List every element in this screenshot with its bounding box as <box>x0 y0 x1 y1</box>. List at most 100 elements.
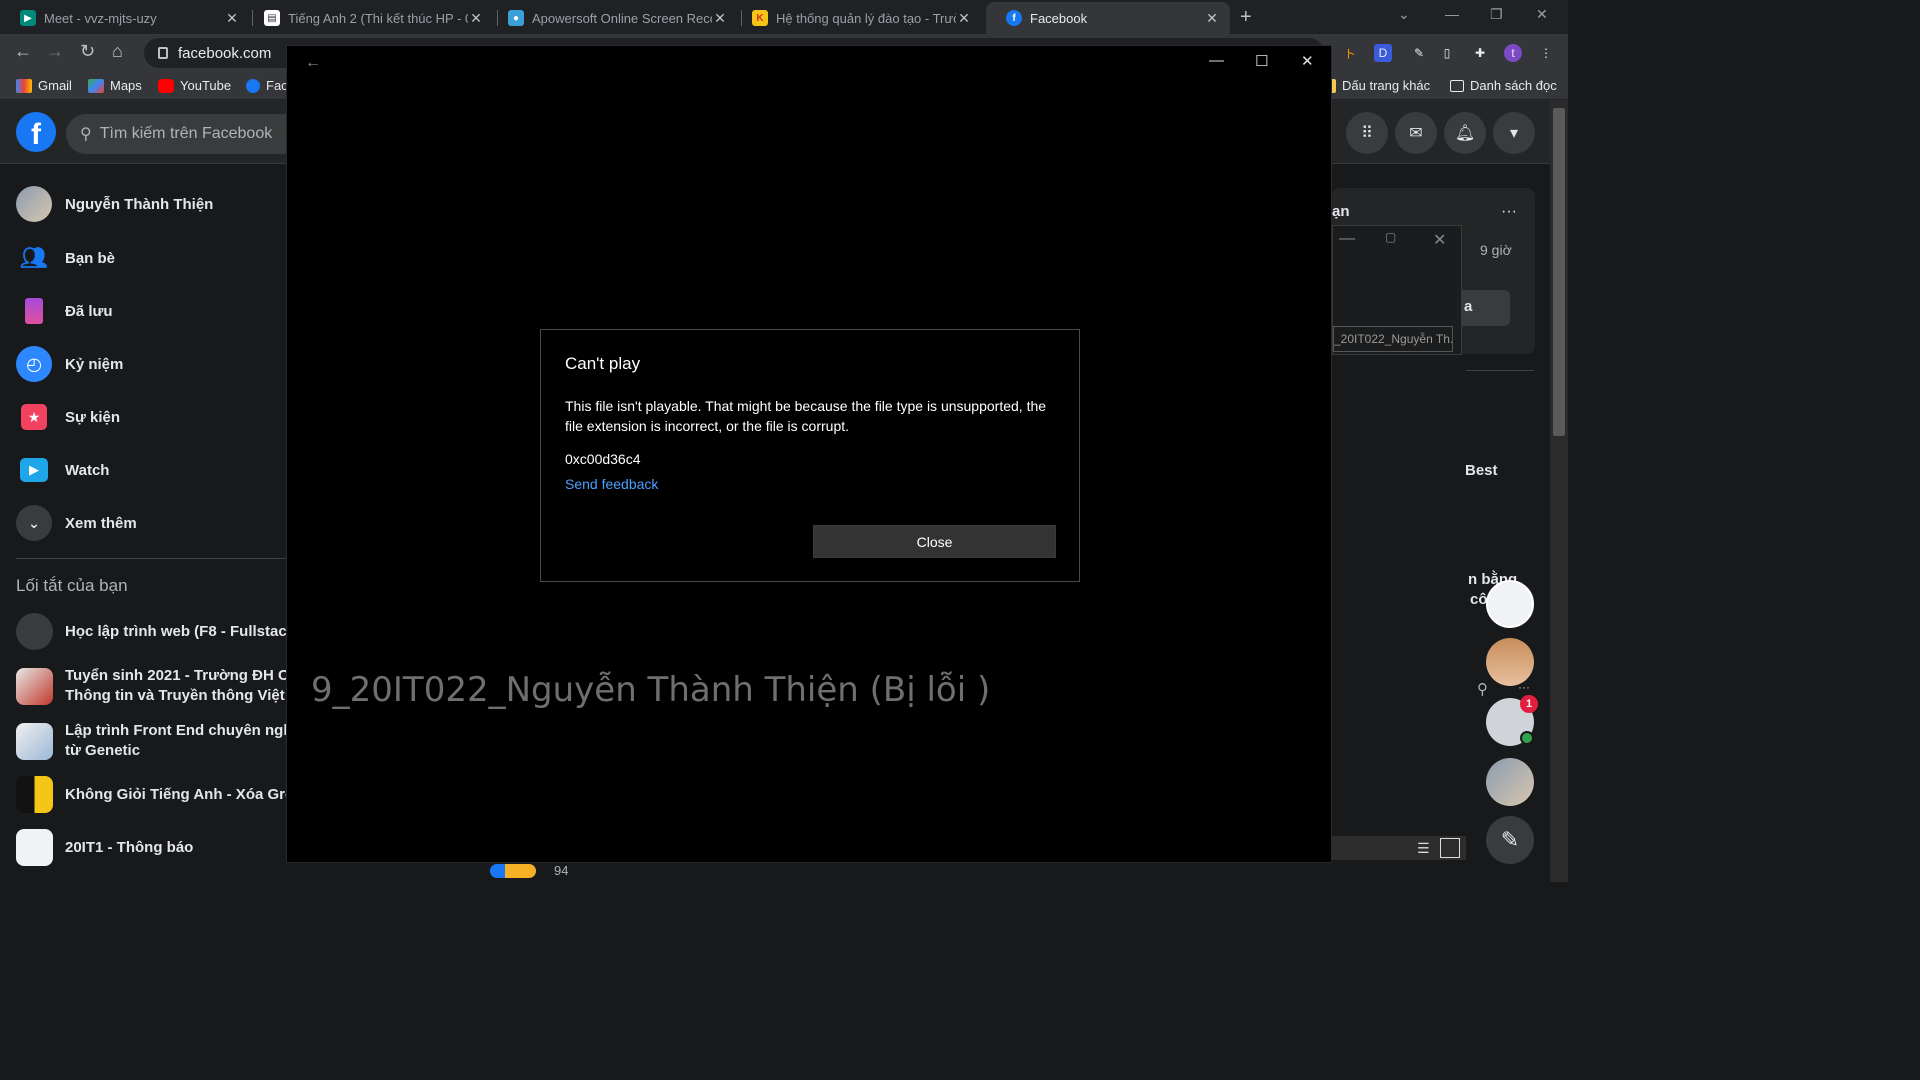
recorder-icon: ● <box>508 10 524 26</box>
new-message-icon[interactable]: ✎ <box>1486 816 1534 864</box>
tab-strip: ▶ Meet - vvz-mjts-uzy ✕ ▤ Tiếng Anh 2 (T… <box>0 0 1568 34</box>
sidebar-item-memories[interactable]: ◴ Kỷ niệm <box>16 346 123 382</box>
maximize-icon[interactable]: ☐ <box>1255 52 1268 70</box>
group-thumbnail <box>16 776 53 813</box>
bookmark-other[interactable]: Dấu trang khác <box>1330 78 1430 93</box>
right-panel-button[interactable]: a <box>1462 290 1510 326</box>
search-icon[interactable]: ⚲ <box>1477 680 1488 698</box>
chat-contact-avatar[interactable] <box>1486 580 1534 628</box>
chevron-down-icon: ⌄ <box>16 505 52 541</box>
shortcut-item[interactable]: Lập trình Front End chuyên nghi từ Genet… <box>16 721 297 761</box>
grid-view-icon[interactable] <box>1440 838 1460 858</box>
notifications-icon[interactable]: 🔔︎ <box>1444 112 1486 154</box>
reading-list[interactable]: Danh sách đọc <box>1450 78 1557 93</box>
bookmark-gmail[interactable]: Gmail <box>16 78 72 93</box>
mini-player-window: — ▢ ✕ _20IT022_Nguyễn Th... <box>1332 225 1462 355</box>
back-icon[interactable]: ← <box>14 41 32 62</box>
account-dropdown-icon[interactable]: ▾ <box>1493 112 1535 154</box>
minimize-icon[interactable]: — <box>1209 52 1224 69</box>
url-text: facebook.com <box>178 44 272 62</box>
window-close-icon[interactable]: ✕ <box>1536 6 1548 23</box>
more-icon[interactable]: ··· <box>1518 680 1530 694</box>
youtube-icon <box>158 78 174 93</box>
media-player-window: ← — ☐ ✕ Can't play This file isn't playa… <box>286 45 1332 863</box>
close-button[interactable]: Close <box>813 525 1056 558</box>
extension-d-icon[interactable]: D <box>1374 44 1392 62</box>
scrollbar-thumb[interactable] <box>1553 108 1565 436</box>
chat-contact-avatar[interactable] <box>1486 758 1534 806</box>
more-icon[interactable]: ··· <box>1501 203 1517 221</box>
sidebar-item-events[interactable]: ★ Sự kiện <box>16 399 120 435</box>
sidebar-item-saved[interactable]: Đã lưu <box>16 293 113 329</box>
reload-icon[interactable]: ↻ <box>80 41 95 62</box>
bookmark-icon <box>16 293 52 329</box>
error-code: 0xc00d36c4 <box>565 451 641 467</box>
shortcut-item[interactable]: 20IT1 - Thông báo <box>16 829 193 866</box>
chat-contact-avatar[interactable] <box>1486 638 1534 686</box>
tab-apowersoft[interactable]: ● Apowersoft Online Screen Recor ✕ <box>488 2 738 34</box>
tab-title: Apowersoft Online Screen Recor <box>532 10 712 26</box>
maximize-icon[interactable]: ▢ <box>1385 230 1396 244</box>
tab-title: Hệ thống quản lý đào tạo - Trườ <box>776 10 956 26</box>
close-icon[interactable]: ✕ <box>956 10 972 27</box>
close-icon[interactable]: ✕ <box>1204 10 1220 27</box>
puzzle-icon[interactable]: ✚ <box>1471 44 1489 62</box>
divider <box>1466 370 1534 371</box>
meet-icon: ▶ <box>20 10 36 26</box>
bookmark-maps[interactable]: Maps <box>88 78 142 93</box>
minimize-icon[interactable]: — <box>1339 230 1355 248</box>
timestamp: 9 giờ <box>1480 242 1512 258</box>
pen-icon[interactable]: ✎ <box>1410 44 1428 62</box>
minimize-icon[interactable]: — <box>1445 6 1459 22</box>
home-icon[interactable]: ⌂ <box>112 41 123 62</box>
shortcut-item[interactable]: Không Giỏi Tiếng Anh - Xóa Gro <box>16 776 294 813</box>
sidebar-item-watch[interactable]: ▶ Watch <box>16 452 109 488</box>
tab-english[interactable]: ▤ Tiếng Anh 2 (Thi kết thúc HP - 07 ✕ <box>244 2 494 34</box>
list-view-icon[interactable]: ☰ <box>1417 840 1430 857</box>
tab-school[interactable]: K Hệ thống quản lý đào tạo - Trườ ✕ <box>732 2 982 34</box>
bookmark-youtube[interactable]: YouTube <box>158 78 231 93</box>
forward-icon[interactable]: → <box>46 41 64 62</box>
facebook-icon <box>246 78 260 93</box>
shortcut-item[interactable]: Học lập trình web (F8 - Fullstack <box>16 613 295 650</box>
close-icon[interactable]: ✕ <box>1301 52 1314 70</box>
sidebar-item-see-more[interactable]: ⌄ Xem thêm <box>16 505 137 541</box>
maximize-icon[interactable]: ❐ <box>1490 6 1503 23</box>
file-name-field: _20IT022_Nguyễn Th... <box>1333 326 1453 352</box>
new-tab-button[interactable]: + <box>1240 6 1252 29</box>
bookmark-facebook[interactable]: Fac <box>246 78 288 93</box>
menu-icon[interactable]: ⋮ <box>1537 44 1555 62</box>
messenger-icon[interactable]: ✉ <box>1395 112 1437 154</box>
error-dialog: Can't play This file isn't playable. Tha… <box>540 329 1080 582</box>
facebook-logo[interactable]: f <box>16 112 56 152</box>
back-arrow-icon[interactable]: ← <box>305 54 321 72</box>
phone-icon[interactable]: ▯ <box>1438 44 1456 62</box>
close-icon[interactable]: ✕ <box>224 10 240 27</box>
dialog-title: Can't play <box>565 354 641 373</box>
extension-icon[interactable]: ト <box>1341 44 1359 62</box>
close-icon[interactable]: ✕ <box>468 10 484 27</box>
reaction-summary[interactable]: 94 <box>490 863 568 878</box>
calendar-icon: ★ <box>16 399 52 435</box>
search-input[interactable]: ⚲ Tìm kiếm trên Facebook <box>66 114 306 154</box>
dialog-message: This file isn't playable. That might be … <box>565 398 1047 434</box>
tab-facebook[interactable]: f Facebook ✕ <box>986 2 1230 34</box>
shortcut-item[interactable]: Tuyển sinh 2021 - Trường ĐH Cô Thông tin… <box>16 666 298 706</box>
close-icon[interactable]: ✕ <box>712 10 728 27</box>
sidebar-item-friends[interactable]: 👥︎ Bạn bè <box>16 240 115 276</box>
group-thumbnail <box>16 829 53 866</box>
page-scrollbar[interactable] <box>1550 100 1568 882</box>
profile-avatar[interactable]: t <box>1504 44 1522 62</box>
doc-icon: ▤ <box>264 10 280 26</box>
reading-list-icon <box>1450 79 1464 92</box>
close-icon[interactable]: ✕ <box>1433 230 1446 250</box>
tab-search-icon[interactable]: ⌄ <box>1398 6 1410 23</box>
play-icon: ▶ <box>16 452 52 488</box>
right-panel-heading: ạn <box>1332 203 1350 220</box>
sidebar-item-profile[interactable]: Nguyễn Thành Thiện <box>16 186 213 222</box>
send-feedback-link[interactable]: Send feedback <box>565 476 658 492</box>
tab-meet[interactable]: ▶ Meet - vvz-mjts-uzy ✕ <box>0 2 250 34</box>
menu-grid-icon[interactable]: ⠿ <box>1346 112 1388 154</box>
right-text-fragment: Best <box>1465 462 1498 479</box>
shortcuts-heading: Lối tắt của bạn <box>16 576 128 595</box>
